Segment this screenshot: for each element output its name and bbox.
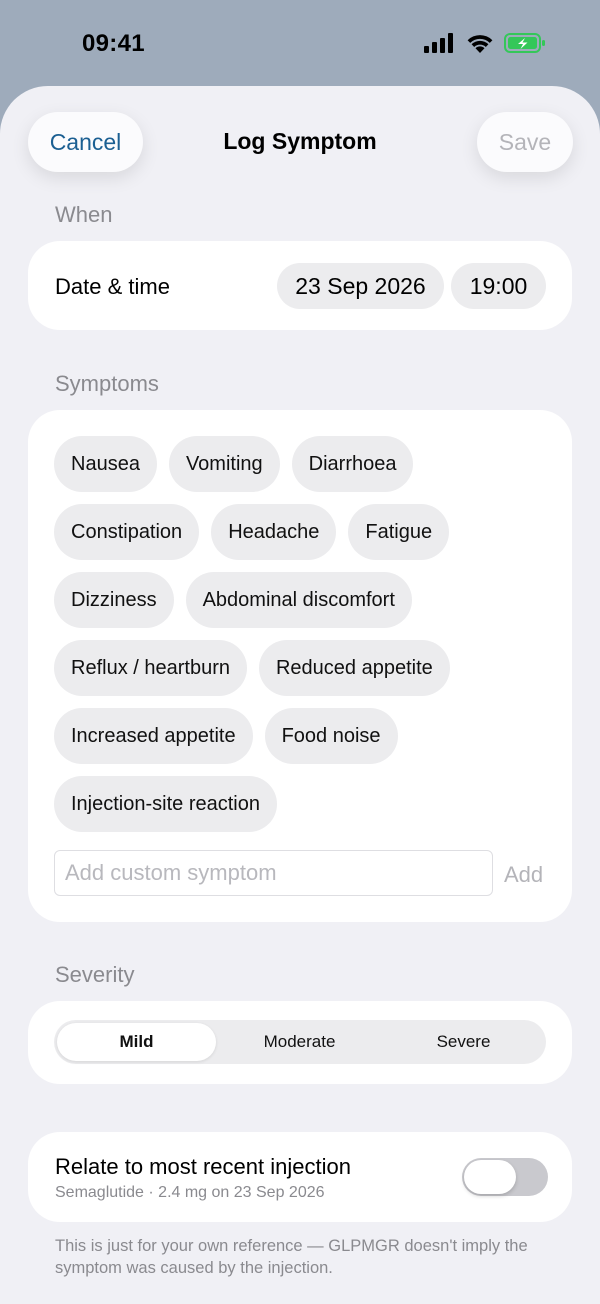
- add-custom-symptom-button[interactable]: Add: [504, 862, 543, 888]
- log-symptom-sheet: Cancel Log Symptom Save When Date & time…: [0, 86, 600, 1304]
- symptom-chip[interactable]: Increased appetite: [54, 708, 253, 764]
- relate-injection-subtitle: Semaglutide · 2.4 mg on 23 Sep 2026: [55, 1184, 325, 1201]
- severity-option-mild[interactable]: Mild: [57, 1023, 216, 1061]
- symptom-chip[interactable]: Vomiting: [168, 436, 280, 492]
- symptom-chips: Nausea Vomiting Diarrhoea Constipation H…: [54, 436, 554, 832]
- custom-symptom-input[interactable]: [54, 850, 493, 896]
- symptom-chip[interactable]: Fatigue: [348, 504, 450, 560]
- severity-segmented-control: Mild Moderate Severe: [54, 1020, 546, 1064]
- relate-injection-title: Relate to most recent injection: [55, 1154, 351, 1179]
- status-icons: [424, 32, 546, 59]
- save-button[interactable]: Save: [477, 112, 573, 172]
- date-time-label: Date & time: [55, 274, 170, 299]
- date-time-card: Date & time 23 Sep 2026 19:00: [28, 241, 572, 330]
- status-bar: 09:41: [0, 0, 600, 88]
- symptom-chip[interactable]: Constipation: [54, 504, 200, 560]
- relate-injection-toggle[interactable]: [462, 1158, 548, 1196]
- status-time: 09:41: [82, 30, 145, 57]
- symptom-chip[interactable]: Dizziness: [54, 572, 174, 628]
- symptom-chip[interactable]: Diarrhoea: [291, 436, 414, 492]
- severity-option-moderate[interactable]: Moderate: [220, 1023, 379, 1061]
- wifi-icon: [466, 32, 494, 59]
- severity-section-label: Severity: [55, 962, 135, 987]
- when-section-label: When: [55, 202, 113, 227]
- date-picker[interactable]: 23 Sep 2026: [277, 263, 444, 309]
- symptom-chip[interactable]: Injection-site reaction: [54, 776, 277, 832]
- severity-card: Mild Moderate Severe: [28, 1001, 572, 1084]
- symptoms-section-label: Symptoms: [55, 371, 159, 396]
- time-picker[interactable]: 19:00: [451, 263, 546, 309]
- severity-option-severe[interactable]: Severe: [384, 1023, 543, 1061]
- toggle-knob: [464, 1160, 516, 1194]
- footnote-text: This is just for your own reference — GL…: [55, 1237, 528, 1277]
- symptom-chip[interactable]: Abdominal discomfort: [185, 572, 412, 628]
- battery-charging-icon: [504, 32, 546, 59]
- cellular-signal-icon: [424, 33, 456, 58]
- symptom-chip[interactable]: Reduced appetite: [258, 640, 450, 696]
- symptom-chip[interactable]: Nausea: [54, 436, 157, 492]
- symptom-chip[interactable]: Reflux / heartburn: [54, 640, 247, 696]
- symptom-chip[interactable]: Food noise: [264, 708, 398, 764]
- relate-injection-card: Relate to most recent injection Semaglut…: [28, 1132, 572, 1222]
- symptoms-card: Nausea Vomiting Diarrhoea Constipation H…: [28, 410, 572, 922]
- symptom-chip[interactable]: Headache: [211, 504, 337, 560]
